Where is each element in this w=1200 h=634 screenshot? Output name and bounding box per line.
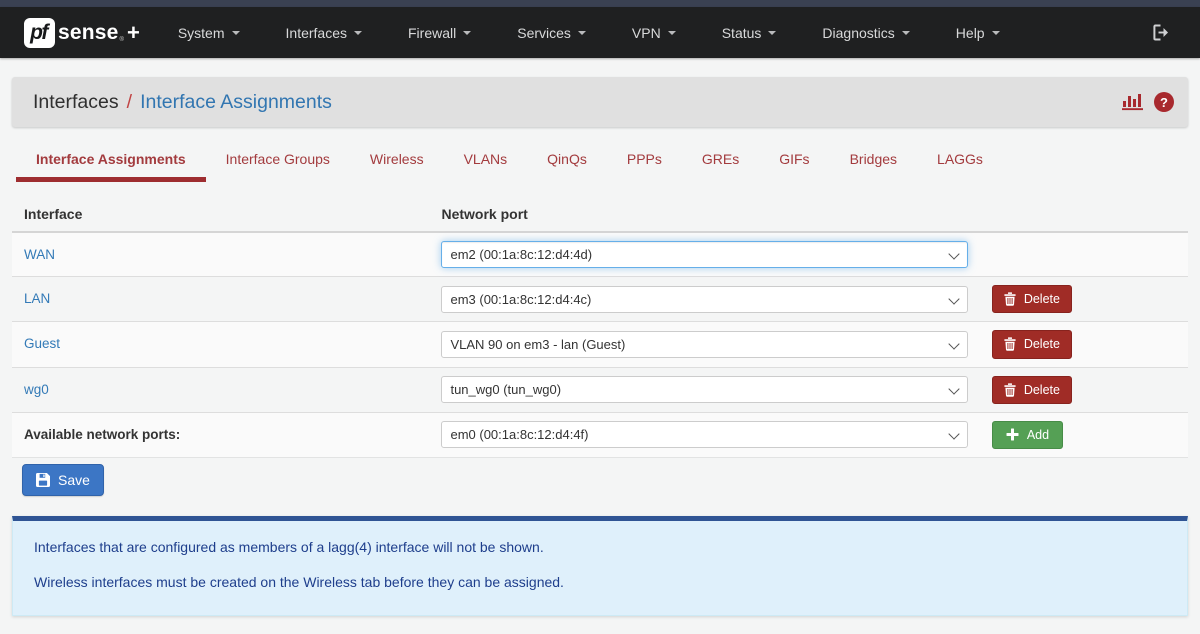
table-header-row: Interface Network port bbox=[12, 194, 1188, 232]
breadcrumb-section: Interfaces bbox=[33, 91, 119, 114]
pf-logo-box: pf bbox=[24, 18, 55, 48]
nav-item-label: VPN bbox=[632, 25, 661, 41]
column-header-actions bbox=[980, 194, 1188, 232]
brand-sense-text: sense bbox=[58, 21, 119, 45]
tab-interface-groups[interactable]: Interface Groups bbox=[206, 137, 350, 182]
save-button[interactable]: Save bbox=[22, 464, 104, 496]
nav-item-label: Diagnostics bbox=[822, 25, 894, 41]
tab-qinqs[interactable]: QinQs bbox=[527, 137, 607, 182]
delete-button[interactable]: Delete bbox=[992, 285, 1072, 313]
save-row: Save bbox=[22, 464, 1200, 496]
plus-icon bbox=[1006, 428, 1019, 441]
nav-item-help[interactable]: Help bbox=[940, 7, 1016, 58]
network-port-select-wrap: em3 (00:1a:8c:12:d4:4c) bbox=[441, 286, 967, 313]
nav-item-label: Services bbox=[517, 25, 571, 41]
info-note-text: Interfaces that are configured as member… bbox=[34, 539, 1166, 555]
delete-button[interactable]: Delete bbox=[992, 330, 1072, 358]
tab-gres[interactable]: GREs bbox=[682, 137, 759, 182]
nav-item-status[interactable]: Status bbox=[706, 7, 793, 58]
nav-item-label: Firewall bbox=[408, 25, 456, 41]
page-title: Interfaces / Interface Assignments bbox=[33, 91, 332, 114]
column-header-interface: Interface bbox=[12, 194, 429, 232]
chevron-down-icon bbox=[668, 31, 676, 35]
nav-item-label: Status bbox=[722, 25, 762, 41]
nav-item-interfaces[interactable]: Interfaces bbox=[270, 7, 378, 58]
save-button-label: Save bbox=[58, 471, 90, 489]
network-port-select-wrap: em0 (00:1a:8c:12:d4:4f) bbox=[441, 421, 967, 448]
add-button-label: Add bbox=[1027, 427, 1049, 443]
top-strip bbox=[0, 0, 1200, 7]
nav-item-label: System bbox=[178, 25, 225, 41]
delete-button[interactable]: Delete bbox=[992, 376, 1072, 404]
tab-ppps[interactable]: PPPs bbox=[607, 137, 682, 182]
column-header-network-port: Network port bbox=[429, 194, 979, 232]
floppy-save-icon bbox=[36, 473, 50, 487]
trash-icon bbox=[1004, 383, 1016, 397]
available-network-ports-label: Available network ports: bbox=[24, 427, 180, 442]
status-monitoring-icon[interactable] bbox=[1122, 93, 1144, 111]
tab-gifs[interactable]: GIFs bbox=[759, 137, 829, 182]
tab-bar: Interface AssignmentsInterface GroupsWir… bbox=[16, 137, 1200, 182]
table-row: wg0 tun_wg0 (tun_wg0) Delete bbox=[12, 367, 1188, 412]
network-port-select[interactable]: VLAN 90 on em3 - lan (Guest) bbox=[441, 331, 967, 358]
nav-item-label: Help bbox=[956, 25, 985, 41]
breadcrumb: Interfaces / Interface Assignments ? bbox=[12, 77, 1188, 127]
tab-bridges[interactable]: Bridges bbox=[830, 137, 917, 182]
network-port-select[interactable]: em2 (00:1a:8c:12:d4:4d) bbox=[441, 241, 967, 268]
network-port-select-wrap: tun_wg0 (tun_wg0) bbox=[441, 376, 967, 403]
nav-item-vpn[interactable]: VPN bbox=[616, 7, 692, 58]
nav-item-firewall[interactable]: Firewall bbox=[392, 7, 487, 58]
chevron-down-icon bbox=[463, 31, 471, 35]
interface-link-guest[interactable]: Guest bbox=[24, 336, 60, 351]
breadcrumb-page-link[interactable]: Interface Assignments bbox=[140, 91, 332, 114]
nav-item-services[interactable]: Services bbox=[501, 7, 602, 58]
main-navbar: pf sense ® + System Interfaces Firewall Ser… bbox=[0, 7, 1200, 58]
chevron-down-icon bbox=[578, 31, 586, 35]
table-row: Available network ports: em0 (00:1a:8c:12… bbox=[12, 412, 1188, 457]
interface-assignments-table: Interface Network port WAN em2 (00:1a:8c:… bbox=[12, 194, 1188, 458]
interface-link-lan[interactable]: LAN bbox=[24, 291, 50, 306]
help-icon[interactable]: ? bbox=[1154, 92, 1174, 112]
network-port-select-wrap: VLAN 90 on em3 - lan (Guest) bbox=[441, 331, 967, 358]
tab-wireless[interactable]: Wireless bbox=[350, 137, 444, 182]
trash-icon bbox=[1004, 292, 1016, 306]
chevron-down-icon bbox=[992, 31, 1000, 35]
network-port-select[interactable]: tun_wg0 (tun_wg0) bbox=[441, 376, 967, 403]
chevron-down-icon bbox=[354, 31, 362, 35]
chevron-down-icon bbox=[232, 31, 240, 35]
chevron-down-icon bbox=[902, 31, 910, 35]
navbar-menu: System Interfaces Firewall Services VPN Statu… bbox=[162, 7, 1030, 58]
interface-link-wan[interactable]: WAN bbox=[24, 247, 55, 262]
breadcrumb-separator: / bbox=[127, 91, 132, 114]
nav-item-diagnostics[interactable]: Diagnostics bbox=[806, 7, 925, 58]
tab-laggs[interactable]: LAGGs bbox=[917, 137, 1003, 182]
delete-button-label: Delete bbox=[1024, 291, 1060, 307]
info-note-text: Wireless interfaces must be created on t… bbox=[34, 574, 1166, 590]
info-note-panel: Interfaces that are configured as member… bbox=[12, 516, 1188, 616]
add-button[interactable]: Add bbox=[992, 421, 1063, 449]
logout-button[interactable] bbox=[1121, 7, 1200, 58]
network-port-select[interactable]: em3 (00:1a:8c:12:d4:4c) bbox=[441, 286, 967, 313]
nav-item-system[interactable]: System bbox=[162, 7, 256, 58]
brand-plus-text: + bbox=[127, 20, 140, 46]
table-row: Guest VLAN 90 on em3 - lan (Guest) Delete bbox=[12, 322, 1188, 367]
nav-item-label: Interfaces bbox=[286, 25, 347, 41]
interface-link-wg0[interactable]: wg0 bbox=[24, 382, 49, 397]
delete-button-label: Delete bbox=[1024, 336, 1060, 352]
delete-button-label: Delete bbox=[1024, 382, 1060, 398]
tab-interface-assignments[interactable]: Interface Assignments bbox=[16, 137, 206, 182]
interface-assignments-table-wrap: Interface Network port WAN em2 (00:1a:8c:… bbox=[12, 194, 1188, 458]
sign-out-icon bbox=[1151, 23, 1170, 42]
chevron-down-icon bbox=[768, 31, 776, 35]
pfsense-logo[interactable]: pf sense ® + bbox=[0, 18, 140, 48]
table-row: WAN em2 (00:1a:8c:12:d4:4d) bbox=[12, 232, 1188, 277]
table-row: LAN em3 (00:1a:8c:12:d4:4c) Delete bbox=[12, 277, 1188, 322]
brand-registered-mark: ® bbox=[120, 37, 124, 43]
network-port-select-wrap: em2 (00:1a:8c:12:d4:4d) bbox=[441, 241, 967, 268]
trash-icon bbox=[1004, 337, 1016, 351]
network-port-select[interactable]: em0 (00:1a:8c:12:d4:4f) bbox=[441, 421, 967, 448]
tab-vlans[interactable]: VLANs bbox=[444, 137, 528, 182]
